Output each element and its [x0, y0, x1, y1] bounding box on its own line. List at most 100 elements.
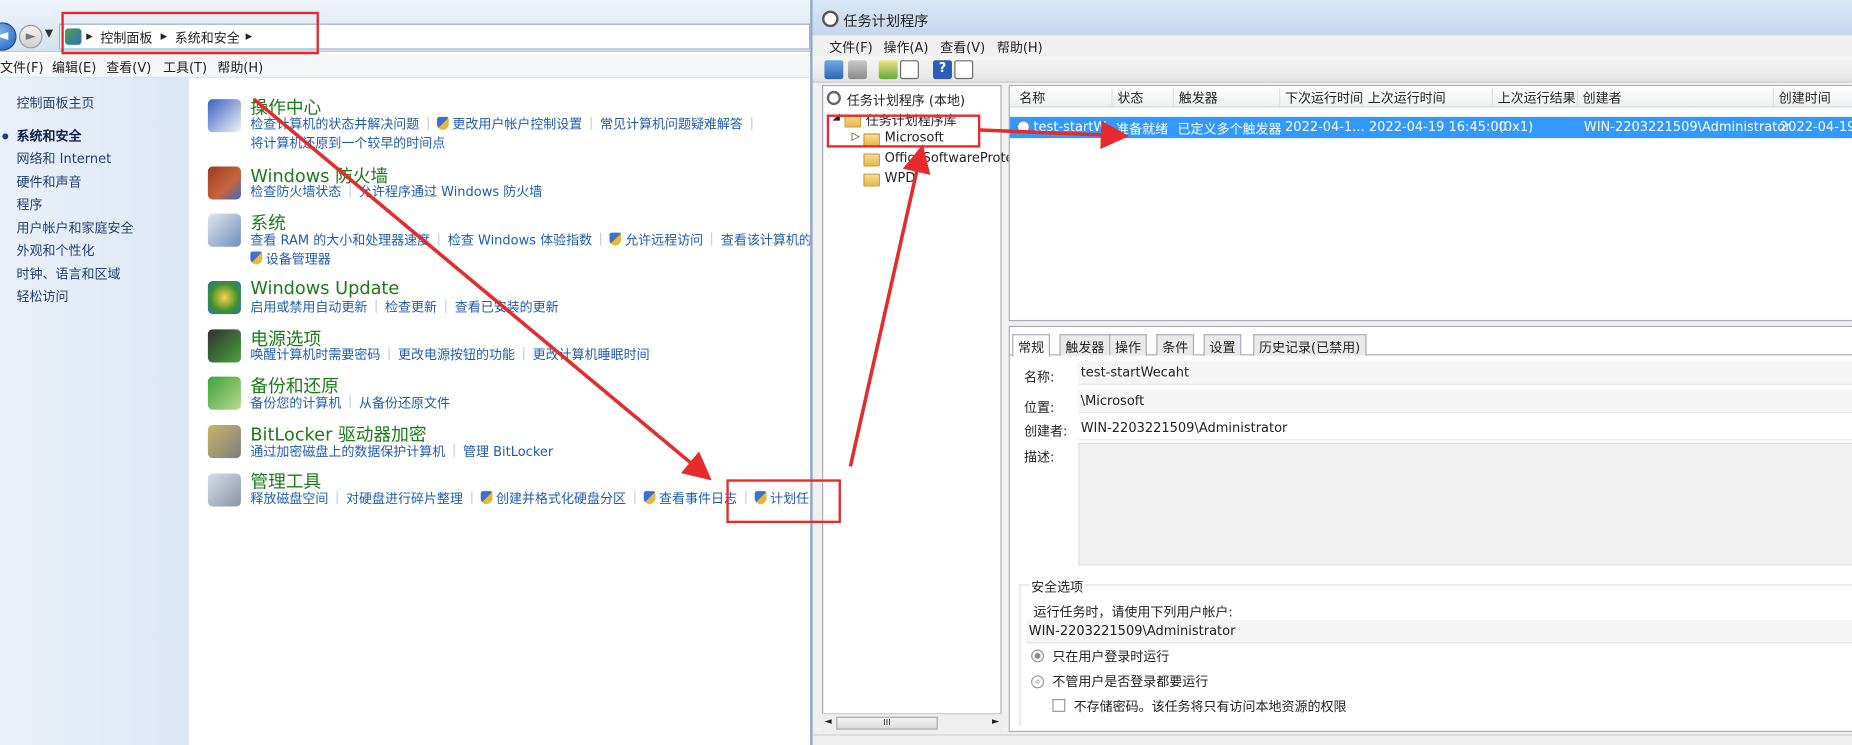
- link-backup-computer[interactable]: 备份您的计算机: [250, 396, 341, 411]
- sidebar-item-clock-region[interactable]: 时钟、语言和区域: [17, 264, 121, 283]
- link-wake-password[interactable]: 唤醒计算机时需要密码: [250, 347, 380, 362]
- ts-title-bar: 任务计划程序: [812, 0, 1852, 36]
- location-field[interactable]: \Microsoft: [1078, 389, 1852, 414]
- link-remote-access[interactable]: 允许远程访问: [625, 233, 703, 248]
- cell-last-run: 2022-04-19 16:45:00: [1368, 119, 1507, 135]
- show-hide-tree-icon[interactable]: [899, 60, 919, 80]
- sidebar-item-appearance[interactable]: 外观和个性化: [17, 241, 95, 260]
- ts-menu-file[interactable]: 文件(F): [829, 38, 873, 57]
- col-trigger[interactable]: 触发器: [1172, 88, 1218, 108]
- col-next-run[interactable]: 下次运行时间: [1279, 88, 1363, 108]
- task-list-header: 名称 状态 触发器 下次运行时间 上次运行时间 上次运行结果 创建者 创建时间: [1009, 86, 1852, 108]
- col-author[interactable]: 创建者: [1576, 88, 1622, 108]
- table-row[interactable]: test-startW... 准备就绪 已定义多个触发器 2022-04-1..…: [1009, 116, 1852, 139]
- link-auto-update[interactable]: 启用或禁用自动更新: [250, 300, 367, 315]
- ts-menu-action[interactable]: 操作(A): [883, 38, 928, 57]
- cp-sidebar: 控制面板主页 系统和安全 网络和 Internet 硬件和声音 程序 用户帐户和…: [0, 77, 189, 745]
- ts-menu-view[interactable]: 查看(V): [940, 38, 985, 57]
- link-allow-program[interactable]: 允许程序通过 Windows 防火墙: [359, 184, 542, 199]
- link-sleep-time[interactable]: 更改计算机睡眠时间: [533, 347, 650, 362]
- description-label: 描述:: [1024, 449, 1055, 466]
- tab-settings[interactable]: 设置: [1203, 334, 1242, 356]
- link-check-updates[interactable]: 检查更新: [385, 300, 437, 315]
- forward-arrow-icon[interactable]: [848, 60, 867, 80]
- tab-actions[interactable]: 操作: [1109, 334, 1147, 356]
- link-defragment[interactable]: 对硬盘进行碎片整理: [346, 491, 463, 506]
- author-field[interactable]: WIN-2203221509\Administrator: [1078, 416, 1852, 441]
- name-field[interactable]: test-startWecaht: [1078, 361, 1852, 385]
- scroll-thumb[interactable]: III: [836, 716, 938, 730]
- uac-shield-icon: [437, 116, 449, 130]
- link-encrypt-disk[interactable]: 通过加密磁盘上的数据保护计算机: [250, 444, 445, 459]
- menu-edit[interactable]: 编辑(E): [52, 58, 96, 77]
- firewall-brick-icon: [207, 166, 241, 200]
- tree-wpd[interactable]: WPD: [885, 170, 916, 185]
- link-experience-index[interactable]: 检查 Windows 体验指数: [448, 233, 592, 248]
- link-event-log[interactable]: 查看事件日志: [659, 491, 737, 506]
- back-arrow-icon[interactable]: [824, 60, 844, 80]
- link-disk-partition[interactable]: 创建并格式化硬盘分区: [496, 491, 626, 506]
- sidebar-item-system-security[interactable]: 系统和安全: [17, 126, 82, 145]
- ts-status-bar: [812, 734, 1852, 745]
- ts-toolbar: ?: [812, 56, 1852, 83]
- tab-conditions[interactable]: 条件: [1156, 334, 1195, 356]
- checkbox-no-password[interactable]: [1052, 698, 1066, 712]
- link-uac-settings[interactable]: 更改用户帐户控制设置: [452, 117, 582, 132]
- admin-tools-icon: [207, 473, 241, 507]
- menu-help[interactable]: 帮助(H): [217, 58, 263, 77]
- system-computer-icon: [207, 213, 241, 247]
- tree-office[interactable]: OfficeSoftwareProte: [885, 150, 1014, 165]
- link-device-manager[interactable]: 设备管理器: [266, 251, 331, 266]
- col-name[interactable]: 名称: [1015, 89, 1045, 108]
- bitlocker-key-icon: [207, 425, 241, 459]
- link-firewall-status[interactable]: 检查防火墙状态: [250, 184, 341, 199]
- link-restore-files[interactable]: 从备份还原文件: [359, 396, 450, 411]
- category-windows-update[interactable]: Windows Update: [250, 277, 399, 298]
- history-dropdown-icon[interactable]: ▼: [45, 28, 53, 40]
- col-last-run[interactable]: 上次运行时间: [1361, 88, 1446, 108]
- run-as-user-field[interactable]: WIN-2203221509\Administrator: [1026, 619, 1852, 644]
- annotation-box-schedule-tasks: [726, 479, 841, 524]
- link-manage-bitlocker[interactable]: 管理 BitLocker: [463, 444, 553, 459]
- link-check-status[interactable]: 检查计算机的状态并解决问题: [250, 117, 419, 132]
- tab-general[interactable]: 常规: [1012, 334, 1050, 357]
- description-field[interactable]: [1078, 442, 1852, 566]
- radio-logged-on-only[interactable]: [1031, 649, 1045, 663]
- col-last-result[interactable]: 上次运行结果: [1491, 88, 1576, 108]
- link-installed-updates[interactable]: 查看已安装的更新: [455, 300, 559, 315]
- link-troubleshoot[interactable]: 常见计算机问题疑难解答: [600, 117, 743, 132]
- tree-horizontal-scrollbar[interactable]: ◄ III ►: [822, 713, 1002, 733]
- forward-button[interactable]: ►: [18, 24, 43, 49]
- system-links-2: 设备管理器: [250, 250, 331, 269]
- sidebar-item-user-accounts[interactable]: 用户帐户和家庭安全: [17, 218, 134, 237]
- opt-run-always: 不管用户是否登录都要运行: [1052, 674, 1209, 690]
- tab-history[interactable]: 历史记录(已禁用): [1253, 334, 1367, 356]
- menu-tools[interactable]: 工具(T): [163, 58, 207, 77]
- link-power-button[interactable]: 更改电源按钮的功能: [398, 347, 515, 362]
- menu-file[interactable]: 文件(F): [0, 58, 44, 77]
- sidebar-item-home[interactable]: 控制面板主页: [17, 93, 95, 112]
- menu-view[interactable]: 查看(V): [106, 58, 151, 77]
- clock-icon: [822, 10, 839, 28]
- sidebar-item-network[interactable]: 网络和 Internet: [17, 149, 112, 168]
- up-folder-icon[interactable]: [878, 60, 898, 80]
- system-links: 查看 RAM 的大小和处理器速度 检查 Windows 体验指数 允许远程访问 查看该…: [250, 231, 838, 250]
- help-icon[interactable]: ?: [933, 60, 952, 80]
- ts-menu-help[interactable]: 帮助(H): [997, 38, 1043, 57]
- sidebar-item-ease-of-access[interactable]: 轻松访问: [17, 287, 69, 306]
- ts-menu-bar: 文件(F) 操作(A) 查看(V) 帮助(H): [812, 35, 1852, 57]
- col-status[interactable]: 状态: [1111, 88, 1143, 108]
- task-clock-icon: [1016, 120, 1030, 134]
- cell-created: 2022-04-19: [1779, 119, 1852, 135]
- sidebar-item-hardware[interactable]: 硬件和声音: [17, 172, 82, 191]
- sidebar-item-programs[interactable]: 程序: [17, 195, 43, 214]
- tree-root[interactable]: 任务计划程序 (本地): [847, 91, 965, 110]
- link-disk-cleanup[interactable]: 释放磁盘空间: [250, 491, 328, 506]
- tab-triggers[interactable]: 触发器: [1059, 334, 1111, 356]
- col-created[interactable]: 创建时间: [1772, 88, 1831, 108]
- radio-run-always[interactable]: [1031, 675, 1045, 689]
- link-restore-point[interactable]: 将计算机还原到一个较早的时间点: [250, 136, 445, 151]
- action-pane-icon[interactable]: [954, 60, 974, 80]
- link-ram-speed[interactable]: 查看 RAM 的大小和处理器速度: [250, 233, 430, 248]
- firewall-links: 检查防火墙状态 允许程序通过 Windows 防火墙: [250, 183, 542, 202]
